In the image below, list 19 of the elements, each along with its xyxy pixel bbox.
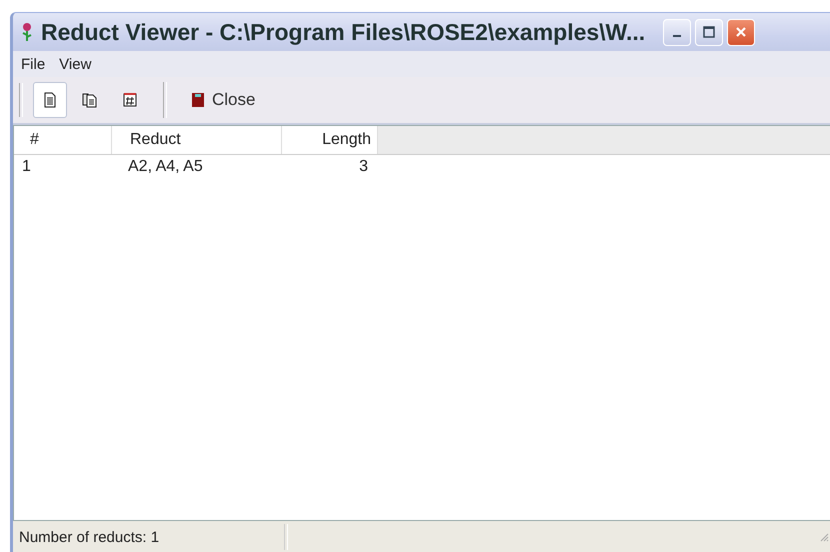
resize-grip-icon: [819, 532, 829, 542]
minimize-button[interactable]: [663, 18, 692, 46]
table-cell-text: 1: [21, 158, 32, 176]
close-toolbar-button[interactable]: Close: [183, 82, 264, 118]
menu-item[interactable]: View: [59, 56, 92, 72]
close-icon: [735, 26, 748, 38]
document-view-button[interactable]: [33, 82, 67, 118]
status-text: Number of reducts: 1: [19, 528, 160, 546]
menu-item[interactable]: File: [21, 56, 46, 72]
minimize-icon: [673, 35, 682, 37]
pages-icon: [82, 92, 98, 108]
maximize-icon: [703, 26, 716, 38]
document-icon: [42, 92, 58, 108]
close-button[interactable]: [727, 18, 756, 46]
grid-icon: [122, 92, 138, 108]
table-cell-text: A2, A4, A5: [127, 158, 204, 176]
table-cell-text: 3: [358, 158, 369, 176]
maximize-button[interactable]: [695, 18, 724, 46]
window-title: Reduct Viewer - C:\Program Files\ROSE2\examples\W...: [41, 18, 646, 46]
